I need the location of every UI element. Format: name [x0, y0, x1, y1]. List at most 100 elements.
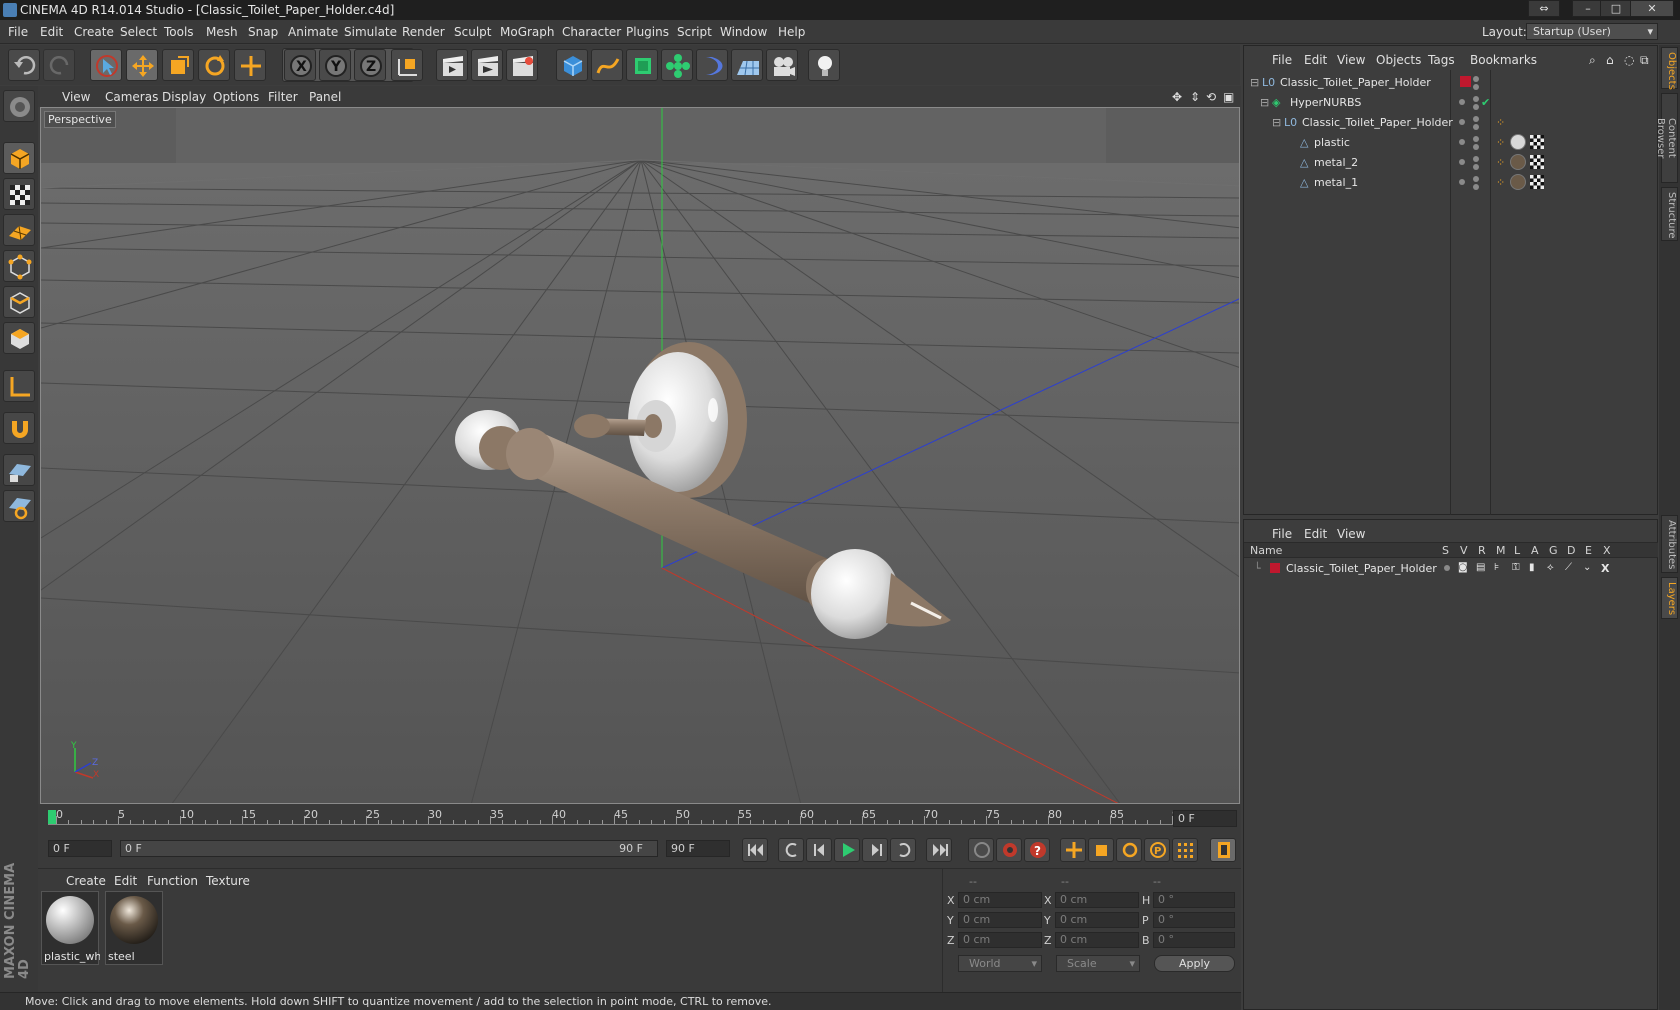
key-position-button[interactable]: [1060, 838, 1086, 862]
menu-sculpt[interactable]: Sculpt: [454, 25, 491, 39]
menu-simulate[interactable]: Simulate: [344, 25, 397, 39]
material-tag-icon[interactable]: [1510, 134, 1526, 150]
previous-key-button[interactable]: [778, 838, 804, 862]
timeline-track[interactable]: 051015202530354045505560657075808590: [48, 808, 1202, 826]
key-scale-button[interactable]: [1088, 838, 1114, 862]
rotation-b-field[interactable]: 0 °: [1153, 932, 1235, 948]
menu-edit[interactable]: Edit: [40, 25, 63, 39]
texture-mode-button[interactable]: [3, 178, 35, 210]
menu-window[interactable]: Window: [720, 25, 767, 39]
phong-tag-icon[interactable]: ⁘: [1496, 156, 1505, 169]
playhead[interactable]: [48, 810, 56, 824]
render-to-picture-viewer-button[interactable]: [471, 49, 503, 81]
object-row-metal-1[interactable]: △ metal_1 ⁘: [1244, 172, 1658, 192]
objects-menu-bookmarks[interactable]: Bookmarks: [1470, 53, 1537, 67]
viewport-move-icon[interactable]: ✥: [1172, 90, 1182, 104]
tab-content-browser[interactable]: Content Browser: [1655, 93, 1678, 183]
lock-icon[interactable]: ⚿: [1512, 562, 1520, 573]
render-settings-button[interactable]: [506, 49, 538, 81]
make-editable-button[interactable]: [3, 90, 35, 122]
timeline-ruler[interactable]: 051015202530354045505560657075808590 0 F: [38, 804, 1241, 830]
layers-menu-edit[interactable]: Edit: [1304, 527, 1327, 541]
next-key-button[interactable]: [890, 838, 916, 862]
layer-color-swatch[interactable]: [1460, 76, 1471, 87]
objects-menu-objects[interactable]: Objects: [1376, 53, 1421, 67]
rotation-h-field[interactable]: 0 °: [1153, 892, 1235, 908]
coordinate-system-dropdown[interactable]: World ▾: [958, 955, 1042, 972]
tab-objects[interactable]: Objects: [1661, 47, 1678, 90]
viewport-menu-filter[interactable]: Filter: [268, 90, 298, 104]
manager-tree-icon[interactable]: ⊧: [1494, 562, 1499, 573]
add-cube-button[interactable]: [556, 49, 588, 81]
viewport-menu-options[interactable]: Options: [213, 90, 259, 104]
rotate-tool-button[interactable]: [198, 49, 230, 81]
polygons-mode-button[interactable]: [3, 322, 35, 354]
viewport-menu-cameras[interactable]: Cameras: [105, 90, 158, 104]
z-axis-lock-button[interactable]: Z: [354, 49, 386, 81]
viewport-menu-display[interactable]: Display: [162, 90, 206, 104]
menu-animate[interactable]: Animate: [288, 25, 338, 39]
workplane-mode-button[interactable]: [3, 214, 35, 246]
enabled-check-icon[interactable]: ✔: [1481, 96, 1490, 109]
snap-button[interactable]: [3, 412, 35, 444]
x-axis-lock-button[interactable]: X: [284, 49, 316, 81]
viewport-zoom-icon[interactable]: ⇕: [1190, 90, 1200, 104]
add-mograph-button[interactable]: [661, 49, 693, 81]
object-row-root[interactable]: ⊟ L0 Classic_Toilet_Paper_Holder: [1244, 72, 1658, 92]
previous-frame-button[interactable]: [806, 838, 832, 862]
menu-character[interactable]: Character: [562, 25, 621, 39]
home-icon[interactable]: ⌂: [1606, 53, 1614, 67]
object-row-holder-group[interactable]: ⊟ L0 Classic_Toilet_Paper_Holder ⁘: [1244, 112, 1658, 132]
search-icon[interactable]: ⌕: [1589, 53, 1596, 68]
object-row-plastic[interactable]: △ plastic ⁘: [1244, 132, 1658, 152]
collapse-icon[interactable]: ⊟: [1272, 116, 1281, 129]
timeline-window-button[interactable]: [1210, 838, 1236, 862]
uvw-tag-icon[interactable]: [1530, 155, 1544, 169]
keyframe-help-button[interactable]: ?: [1024, 838, 1050, 862]
eye-icon[interactable]: ◌: [1624, 53, 1634, 67]
points-mode-button[interactable]: [3, 250, 35, 282]
restore-arrows-button[interactable]: ⇔: [1528, 0, 1560, 17]
move-tool-button[interactable]: [126, 49, 158, 81]
menu-plugins[interactable]: Plugins: [626, 25, 669, 39]
material-menu-create[interactable]: Create: [66, 874, 106, 888]
edges-mode-button[interactable]: [3, 286, 35, 318]
layer-row[interactable]: └ Classic_Toilet_Paper_Holder ◙ ▤ ⊧ ⚿ ▮ …: [1244, 558, 1658, 578]
menu-file[interactable]: File: [8, 25, 28, 39]
current-frame-field[interactable]: 0 F: [1173, 810, 1237, 827]
new-window-icon[interactable]: ⧉: [1640, 53, 1649, 68]
add-floor-button[interactable]: [731, 49, 763, 81]
layers-menu-file[interactable]: File: [1272, 527, 1292, 541]
phong-tag-icon[interactable]: ⁘: [1496, 116, 1505, 129]
undo-button[interactable]: [8, 49, 40, 81]
menu-script[interactable]: Script: [677, 25, 712, 39]
layer-color-swatch[interactable]: [1270, 563, 1280, 573]
material-menu-texture[interactable]: Texture: [206, 874, 250, 888]
rotation-p-field[interactable]: 0 °: [1153, 912, 1235, 928]
add-spline-button[interactable]: [591, 49, 623, 81]
deformer-icon[interactable]: ⟋: [1565, 562, 1572, 573]
key-pla-button[interactable]: [1172, 838, 1198, 862]
redo-button[interactable]: [43, 49, 75, 81]
menu-render[interactable]: Render: [402, 25, 445, 39]
y-axis-lock-button[interactable]: Y: [319, 49, 351, 81]
apply-button[interactable]: Apply: [1154, 955, 1235, 972]
objects-menu-view[interactable]: View: [1337, 53, 1365, 67]
start-frame-field[interactable]: 0 F: [48, 840, 112, 857]
size-mode-dropdown[interactable]: Scale ▾: [1056, 955, 1140, 972]
layout-dropdown[interactable]: Startup (User) ▾: [1526, 23, 1658, 40]
size-z-field[interactable]: 0 cm: [1055, 932, 1139, 948]
position-z-field[interactable]: 0 cm: [958, 932, 1042, 948]
animation-film-icon[interactable]: ▮: [1529, 562, 1535, 573]
objects-menu-tags[interactable]: Tags: [1428, 53, 1455, 67]
menu-help[interactable]: Help: [778, 25, 805, 39]
render-view-button[interactable]: [436, 49, 468, 81]
material-tag-icon[interactable]: [1510, 154, 1526, 170]
view-eye-icon[interactable]: ◙: [1458, 562, 1468, 573]
menu-tools[interactable]: Tools: [164, 25, 194, 39]
generator-icon[interactable]: ⟡: [1547, 562, 1554, 573]
uvw-tag-icon[interactable]: [1530, 175, 1544, 189]
collapse-icon[interactable]: ⊟: [1250, 76, 1259, 89]
scale-tool-button[interactable]: [162, 49, 194, 81]
xref-x-icon[interactable]: X: [1601, 562, 1609, 575]
